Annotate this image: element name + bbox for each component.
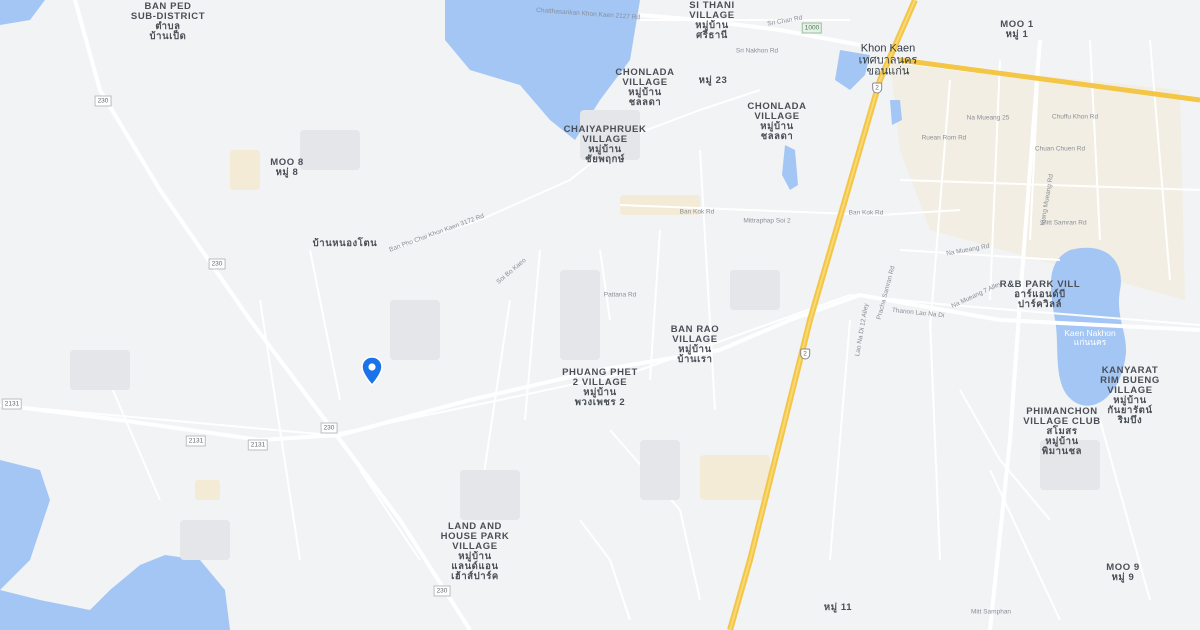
road-label: Mittraphap Soi 2	[743, 217, 791, 225]
place-label: SI THANI VILLAGE หมู่บ้าน ศรีธานี	[689, 0, 735, 41]
place-label: PHIMANCHON VILLAGE CLUB สโมสร หมู่บ้าน พ…	[1023, 406, 1101, 457]
place-label: บ้านหนองโตน	[312, 238, 378, 250]
road-label: Ban Kok Rd	[679, 208, 715, 216]
place-label: R&B PARK VILL อาร์แอนด์บี ปาร์ควิลล์	[999, 279, 1081, 310]
road-label: Sri Nakhon Rd	[735, 47, 779, 55]
road-label: Ban Kok Rd	[848, 209, 884, 217]
road-label: Pattana Rd	[603, 291, 637, 299]
route-shield: 230	[94, 95, 112, 107]
water-label: Kaen Nakhon แก่นนคร	[1064, 328, 1116, 347]
route-shield: 2131	[1, 398, 23, 410]
route-shield: 2	[800, 348, 810, 360]
place-label: MOO 9 หมู่ 9	[1106, 562, 1140, 583]
road-label: Mitt Samran Rd	[1041, 219, 1087, 227]
road-label: Mitt Samphan	[970, 608, 1012, 616]
place-label: CHAIYAPHRUEK VILLAGE หมู่บ้าน ชัยพฤกษ์	[563, 124, 647, 165]
road-label: Ruean Rom Rd	[921, 134, 967, 142]
place-label: BAN PED SUB-DISTRICT ตำบล บ้านเป็ด	[130, 1, 206, 42]
place-label: BAN RAO VILLAGE หมู่บ้าน บ้านเรา	[670, 324, 720, 365]
route-shield: 230	[320, 422, 338, 434]
place-label: LAND AND HOUSE PARK VILLAGE หมู่บ้าน แลน…	[440, 521, 510, 582]
road-label: Chuffu Khon Rd	[1051, 113, 1099, 121]
road-label: Na Mueang 25	[966, 114, 1010, 122]
map-pin-icon[interactable]	[361, 356, 383, 386]
place-label: CHONLADA VILLAGE หมู่บ้าน ชลลดา	[615, 67, 675, 108]
place-label: KANYARAT RIM BUENG VILLAGE หมู่บ้าน กันย…	[1100, 365, 1160, 426]
route-shield: 230	[208, 258, 226, 270]
place-label: CHONLADA VILLAGE หมู่บ้าน ชลลดา	[747, 101, 807, 142]
place-label: PHUANG PHET 2 VILLAGE หมู่บ้าน พวงเพชร 2	[562, 367, 638, 408]
route-shield: 2131	[247, 439, 269, 451]
route-shield: 230	[433, 585, 451, 597]
place-label: MOO 1 หมู่ 1	[1000, 19, 1034, 40]
route-shield: 2	[872, 82, 882, 94]
place-label: หมู่ 11	[823, 602, 853, 614]
map-view[interactable]: BAN PED SUB-DISTRICT ตำบล บ้านเป็ด SI TH…	[0, 0, 1200, 630]
map-base-layer	[0, 0, 1200, 630]
route-shield: 2131	[185, 435, 207, 447]
place-label: MOO 8 หมู่ 8	[270, 157, 304, 178]
city-label: Khon Kaen เทศบาลนคร ขอนแก่น	[858, 42, 918, 78]
road-label: Chuan Chuen Rd	[1034, 145, 1086, 153]
place-label: หมู่ 23	[698, 75, 728, 87]
route-shield: 1000	[801, 22, 823, 34]
